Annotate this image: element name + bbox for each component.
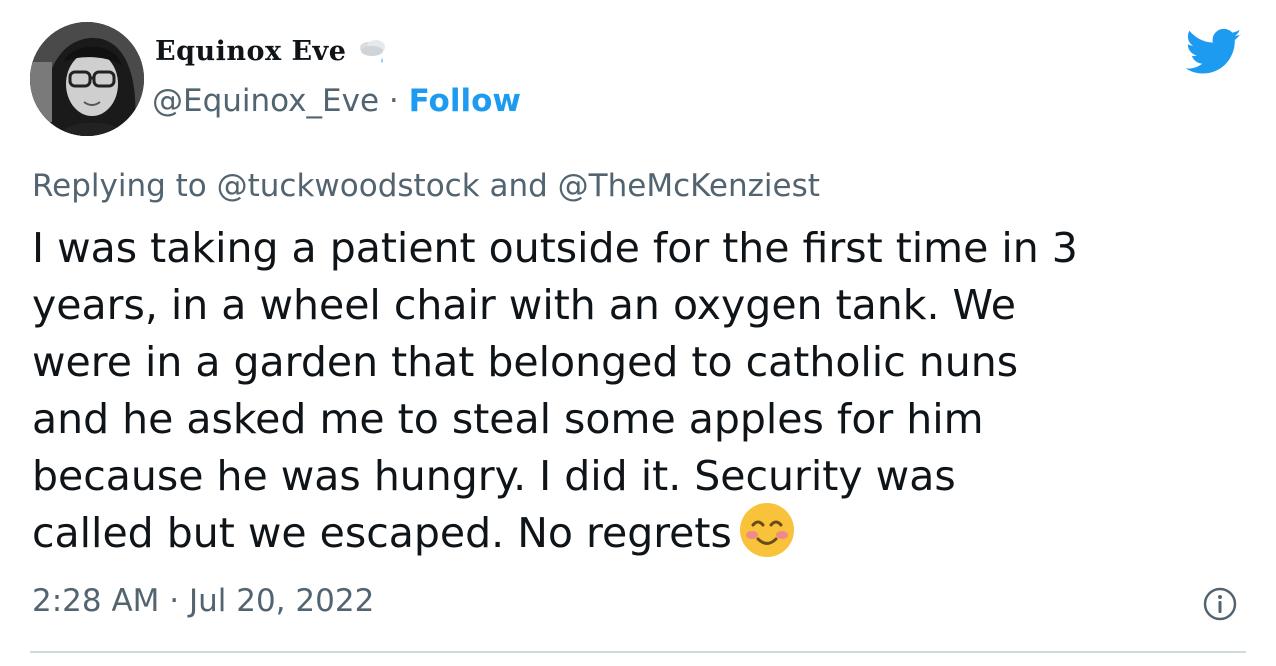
avatar[interactable] [30,22,144,136]
info-icon[interactable] [1202,586,1238,622]
tweet-body-last-line: called but we escaped. No regrets [32,503,1252,565]
author-handle-row: @Equinox_Eve · Follow [152,83,521,119]
author-handle[interactable]: @Equinox_Eve [152,83,379,119]
tweet-body-line: called but we escaped. No regrets [32,509,732,557]
divider [30,651,1246,653]
smiling-face-with-blush-icon [738,501,796,559]
twitter-bird-icon[interactable] [1186,28,1242,76]
follow-button[interactable]: Follow [409,83,521,119]
tweet-body-line: because he was hungry. I did it. Securit… [32,452,956,500]
display-name-text: Equinox Eve [155,36,347,67]
author-display-name[interactable]: Equinox Eve [155,36,390,67]
handle-separator: · [388,83,399,119]
tweet-timestamp[interactable]: 2:28 AM · Jul 20, 2022 [32,583,374,619]
tweet-body: I was taking a patient outside for the f… [32,220,1252,565]
tweet-card: Equinox Eve @Equinox_Eve · Follow Replyi… [0,0,1276,666]
tweet-body-line: I was taking a patient outside for the f… [32,224,1078,272]
replying-to[interactable]: Replying to @tuckwoodstock and @TheMcKen… [32,168,820,204]
tweet-body-line: were in a garden that belonged to cathol… [32,338,1019,386]
tweet-body-line: and he asked me to steal some apples for… [32,395,984,443]
cloud-with-rain-icon [356,38,390,66]
tweet-body-line: years, in a wheel chair with an oxygen t… [32,281,1016,329]
